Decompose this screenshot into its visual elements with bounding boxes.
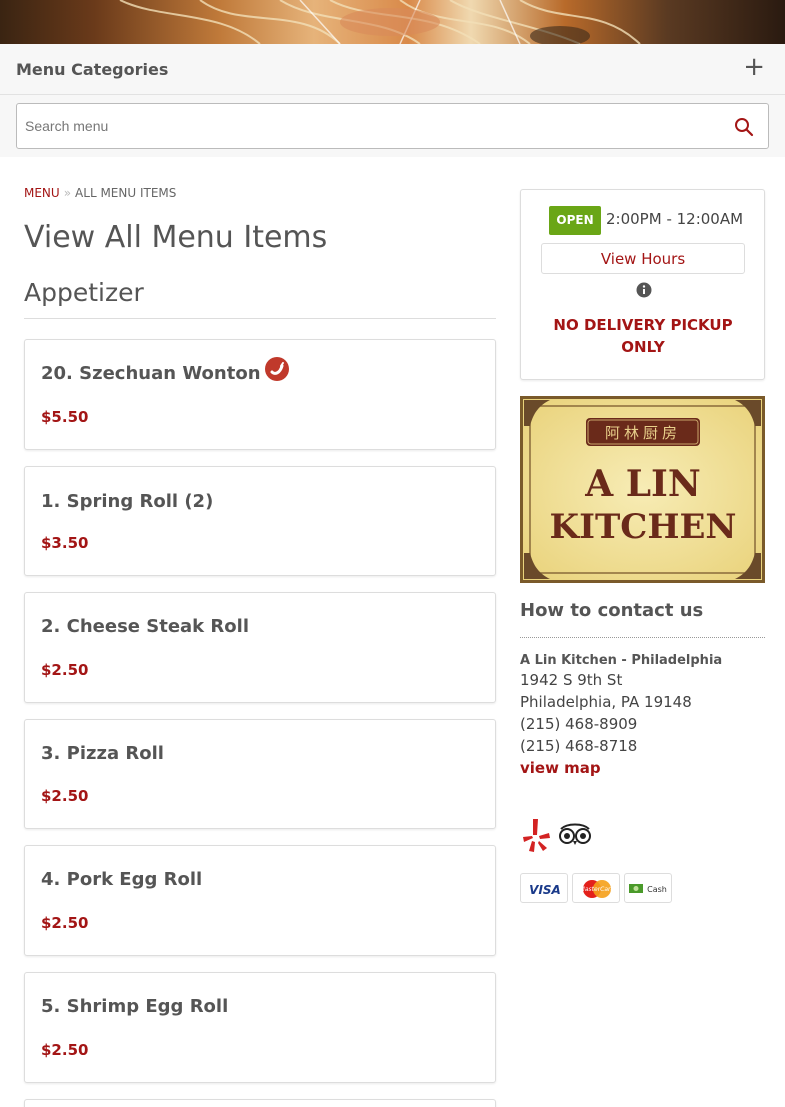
phone-number[interactable]: (215) 468-8718 [520, 737, 637, 755]
breadcrumb-current: ALL MENU ITEMS [75, 186, 177, 200]
restaurant-logo: 阿林厨房 A LIN KITCHEN [520, 396, 765, 583]
view-map-link[interactable]: view map [520, 759, 601, 777]
menu-item-price: $2.50 [41, 661, 89, 679]
breadcrumb-separator-icon: » [63, 186, 72, 200]
menu-item-name: 4. Pork Egg Roll [41, 869, 203, 890]
menu-item[interactable]: 5. Shrimp Egg Roll $2.50 [24, 972, 496, 1083]
page-title: View All Menu Items [24, 220, 328, 255]
search-icon[interactable] [734, 117, 754, 137]
menu-item-price: $2.50 [41, 914, 89, 932]
search-input[interactable] [25, 104, 705, 148]
contact-title: How to contact us [520, 600, 704, 621]
menu-item-name: 2. Cheese Steak Roll [41, 616, 249, 637]
menu-item[interactable]: 4. Pork Egg Roll $2.50 [24, 845, 496, 956]
visa-icon: VISA [520, 873, 568, 903]
info-icon[interactable] [636, 282, 652, 302]
visa-text: VISA [529, 883, 561, 897]
tripadvisor-icon[interactable] [557, 821, 593, 851]
mastercard-text: MasterCard [580, 886, 615, 893]
menu-item[interactable]: 1. Spring Roll (2) $3.50 [24, 466, 496, 576]
menu-item-price: $3.50 [41, 534, 89, 552]
menu-item-price: $2.50 [41, 1041, 89, 1059]
plus-icon[interactable]: + [743, 54, 765, 80]
mastercard-icon: MasterCard [572, 873, 620, 903]
logo-line1: A LIN [584, 463, 701, 505]
menu-item-price: $2.50 [41, 787, 89, 805]
search-area [0, 95, 785, 157]
menu-item-name: 1. Spring Roll (2) [41, 491, 214, 512]
logo-chinese-text: 阿林厨房 [605, 424, 681, 442]
menu-item[interactable] [24, 1099, 496, 1107]
cash-text: Cash [647, 885, 667, 894]
menu-item[interactable]: 20. Szechuan Wonton $5.50 [24, 339, 496, 450]
yelp-icon[interactable] [522, 817, 552, 857]
view-hours-button[interactable]: View Hours [541, 243, 745, 274]
open-hours-text: 2:00PM - 12:00AM [606, 210, 744, 228]
spicy-pepper-icon [264, 357, 289, 386]
open-status-badge: OPEN [549, 206, 601, 235]
menu-item-price: $5.50 [41, 408, 89, 426]
menu-categories-bar[interactable]: Menu Categories + [0, 44, 785, 95]
address-line-1: 1942 S 9th St [520, 671, 623, 689]
menu-item[interactable]: 3. Pizza Roll $2.50 [24, 719, 496, 829]
breadcrumb: MENU» ALL MENU ITEMS [24, 186, 176, 200]
delivery-notice: NO DELIVERY PICKUP ONLY [553, 316, 733, 356]
search-box [16, 103, 769, 149]
store-status-card: OPEN 2:00PM - 12:00AM View Hours NO DELI… [520, 189, 765, 380]
contact-divider [520, 637, 765, 638]
menu-item[interactable]: 2. Cheese Steak Roll $2.50 [24, 592, 496, 703]
menu-item-name: 20. Szechuan Wonton [41, 363, 261, 384]
menu-item-name: 5. Shrimp Egg Roll [41, 996, 229, 1017]
menu-categories-label: Menu Categories [16, 60, 169, 79]
section-title: Appetizer [24, 278, 144, 307]
menu-item-name-row: 20. Szechuan Wonton [41, 357, 289, 386]
phone-number[interactable]: (215) 468-8909 [520, 715, 637, 733]
address-line-2: Philadelphia, PA 19148 [520, 693, 692, 711]
logo-line2: KITCHEN [550, 507, 737, 547]
cash-icon: Cash [624, 873, 672, 903]
restaurant-name: A Lin Kitchen - Philadelphia [520, 653, 723, 668]
hero-food-banner [0, 0, 785, 44]
menu-item-name: 3. Pizza Roll [41, 743, 164, 764]
breadcrumb-menu-link[interactable]: MENU [24, 186, 60, 200]
section-divider [24, 318, 496, 319]
